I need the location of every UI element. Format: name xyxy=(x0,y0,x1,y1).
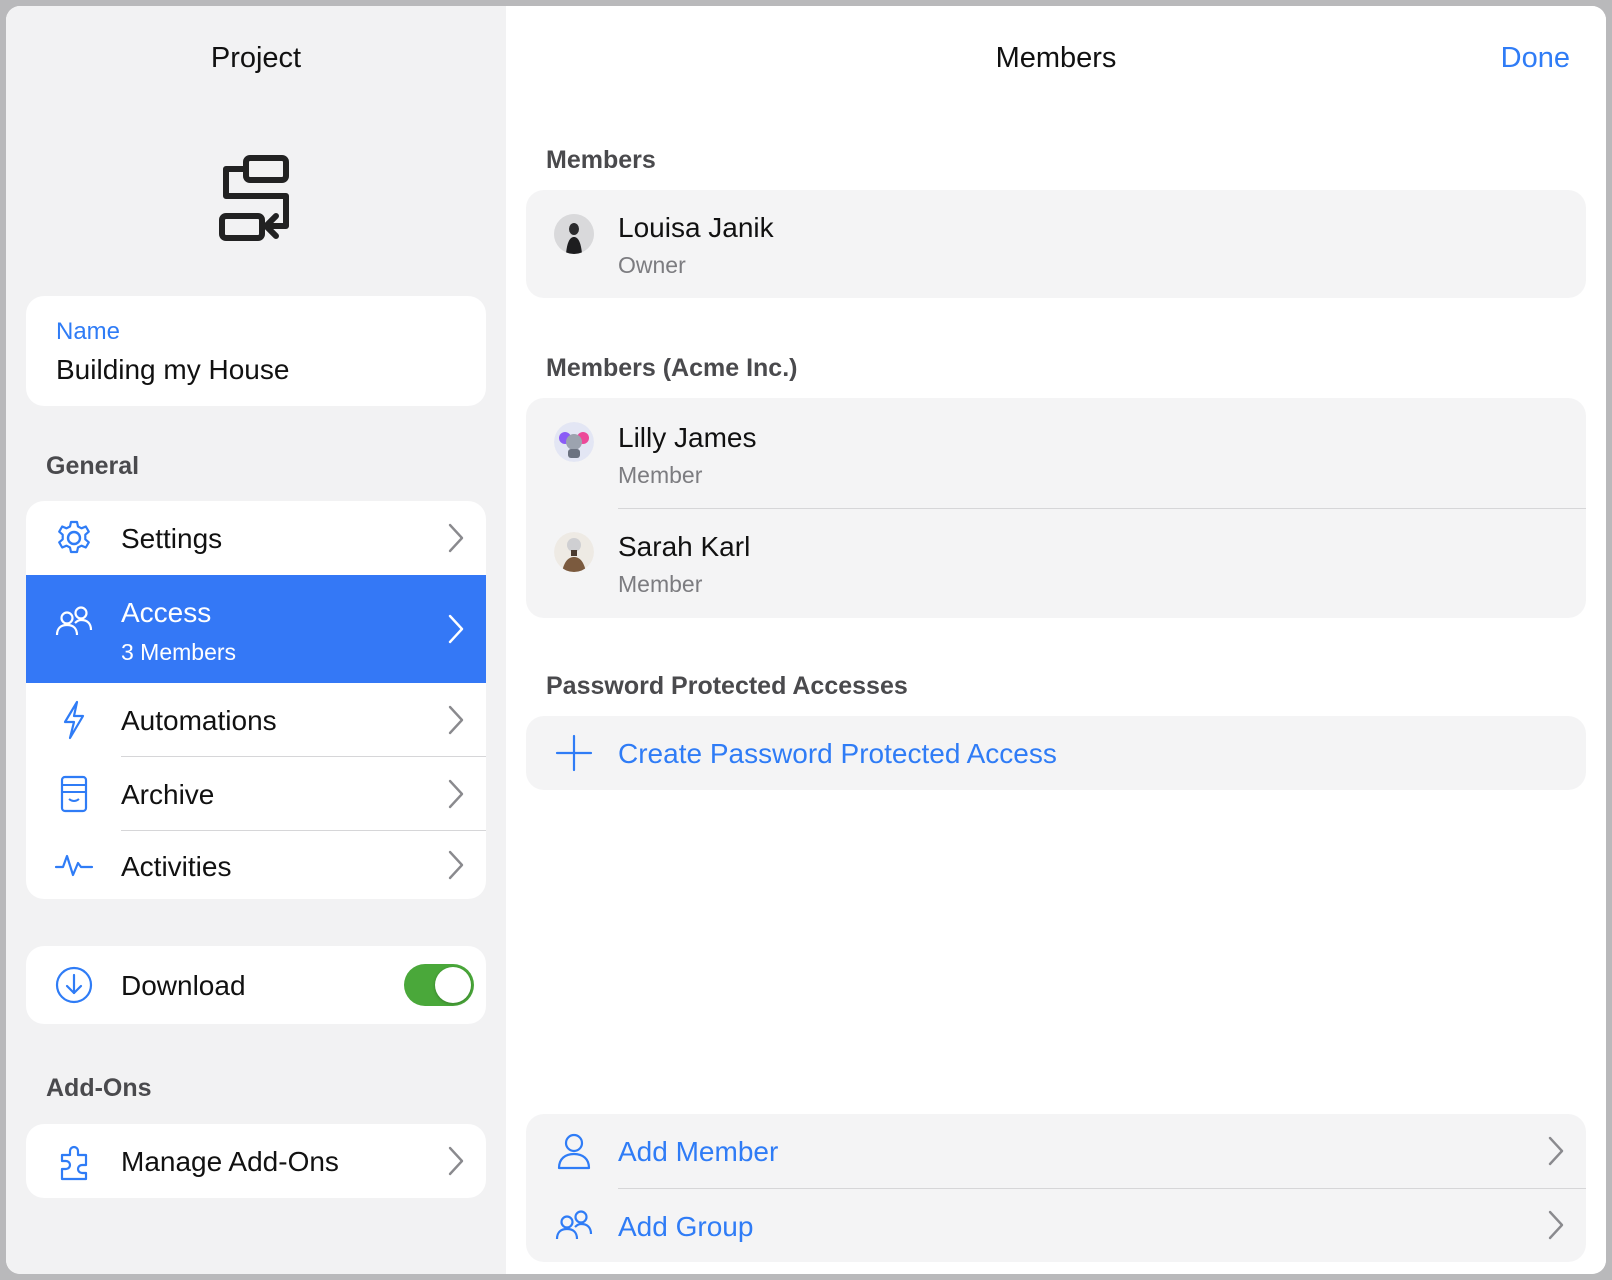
download-toggle[interactable] xyxy=(404,964,474,1006)
add-group-button[interactable]: Add Group xyxy=(526,1189,1586,1262)
addons-section-header: Add-Ons xyxy=(46,1074,152,1102)
name-label: Name xyxy=(56,318,121,345)
password-access-list: Create Password Protected Access xyxy=(526,716,1586,790)
project-name-field[interactable]: Name Building my House xyxy=(26,296,486,406)
members-section-header: Members xyxy=(546,146,656,174)
owner-members-list: Louisa Janik Owner xyxy=(526,190,1586,298)
project-flow-icon xyxy=(219,155,289,241)
avatar xyxy=(554,422,594,462)
chevron-right-icon xyxy=(448,850,464,880)
sidebar-item-label: Settings xyxy=(121,523,223,554)
list-item[interactable]: Sarah Karl Member xyxy=(526,509,1586,618)
gear-icon xyxy=(58,520,90,554)
avatar-illustration-icon xyxy=(554,422,594,462)
toggle-knob xyxy=(435,967,471,1003)
member-role: Member xyxy=(618,571,703,597)
sidebar-item-label: Access xyxy=(121,597,212,628)
chevron-right-icon xyxy=(448,614,464,644)
avatar xyxy=(554,214,594,254)
create-password-access-button[interactable]: Create Password Protected Access xyxy=(526,716,1586,790)
download-card: Download xyxy=(26,946,486,1024)
member-role: Member xyxy=(618,462,703,488)
org-members-list: Lilly James Member Sarah Karl Member xyxy=(526,398,1586,618)
add-member-label: Add Member xyxy=(618,1136,779,1167)
sidebar-item-label: Archive xyxy=(121,779,215,810)
done-button[interactable]: Done xyxy=(1501,42,1570,75)
chevron-right-icon xyxy=(448,523,464,553)
person-icon xyxy=(557,1133,591,1170)
archive-box-icon xyxy=(60,775,88,813)
sidebar-item-label: Automations xyxy=(121,705,277,736)
member-name: Sarah Karl xyxy=(618,531,751,562)
avatar-silhouette-icon xyxy=(554,214,594,254)
sidebar-item-subtitle: 3 Members xyxy=(121,639,237,665)
avatar-illustration-icon xyxy=(554,532,594,572)
member-actions-list: Add Member Add Group xyxy=(526,1114,1586,1262)
sidebar-item-automations[interactable]: Automations xyxy=(26,683,486,757)
sidebar-item-activities[interactable]: Activities xyxy=(26,831,486,899)
activity-pulse-icon xyxy=(54,854,94,877)
sidebar-item-label: Activities xyxy=(121,851,232,882)
download-label: Download xyxy=(121,970,246,1001)
sidebar-title: Project xyxy=(210,42,302,74)
member-name: Louisa Janik xyxy=(618,212,774,243)
password-section-header: Password Protected Accesses xyxy=(546,672,908,700)
create-password-access-label: Create Password Protected Access xyxy=(618,738,1057,769)
chevron-right-icon xyxy=(1548,1136,1564,1166)
sidebar-item-label: Manage Add-Ons xyxy=(121,1146,339,1177)
sidebar-item-manage-addons[interactable]: Manage Add-Ons xyxy=(26,1124,486,1198)
name-value[interactable]: Building my House xyxy=(56,354,289,386)
chevron-right-icon xyxy=(448,1146,464,1176)
member-role: Owner xyxy=(618,252,686,278)
members-panel: Members Done Members Louisa Janik Owner … xyxy=(506,6,1606,1274)
addons-menu: Manage Add-Ons xyxy=(26,1124,486,1198)
sidebar-item-access[interactable]: Access 3 Members xyxy=(26,575,486,683)
chevron-right-icon xyxy=(1548,1210,1564,1240)
general-menu: Settings Access 3 Members Automations Ar… xyxy=(26,501,486,899)
group-icon xyxy=(555,1210,593,1240)
sidebar-item-settings[interactable]: Settings xyxy=(26,501,486,575)
list-item[interactable]: Louisa Janik Owner xyxy=(526,190,1586,298)
project-sheet: Project Name Building my House General S… xyxy=(6,6,1606,1274)
download-row: Download xyxy=(26,946,486,1024)
plus-icon xyxy=(555,734,593,772)
people-icon xyxy=(55,606,93,636)
project-sidebar: Project Name Building my House General S… xyxy=(6,6,506,1274)
add-group-label: Add Group xyxy=(618,1211,754,1242)
avatar xyxy=(554,532,594,572)
org-members-section-header: Members (Acme Inc.) xyxy=(546,354,798,382)
members-title: Members xyxy=(995,42,1117,74)
sidebar-item-archive[interactable]: Archive xyxy=(26,757,486,831)
member-name: Lilly James xyxy=(618,422,757,453)
puzzle-piece-icon xyxy=(60,1145,88,1181)
download-circle-icon xyxy=(55,966,93,1004)
chevron-right-icon xyxy=(448,779,464,809)
chevron-right-icon xyxy=(448,705,464,735)
general-section-header: General xyxy=(46,452,140,480)
list-item[interactable]: Lilly James Member xyxy=(526,398,1586,508)
bolt-icon xyxy=(63,700,85,740)
add-member-button[interactable]: Add Member xyxy=(526,1114,1586,1188)
